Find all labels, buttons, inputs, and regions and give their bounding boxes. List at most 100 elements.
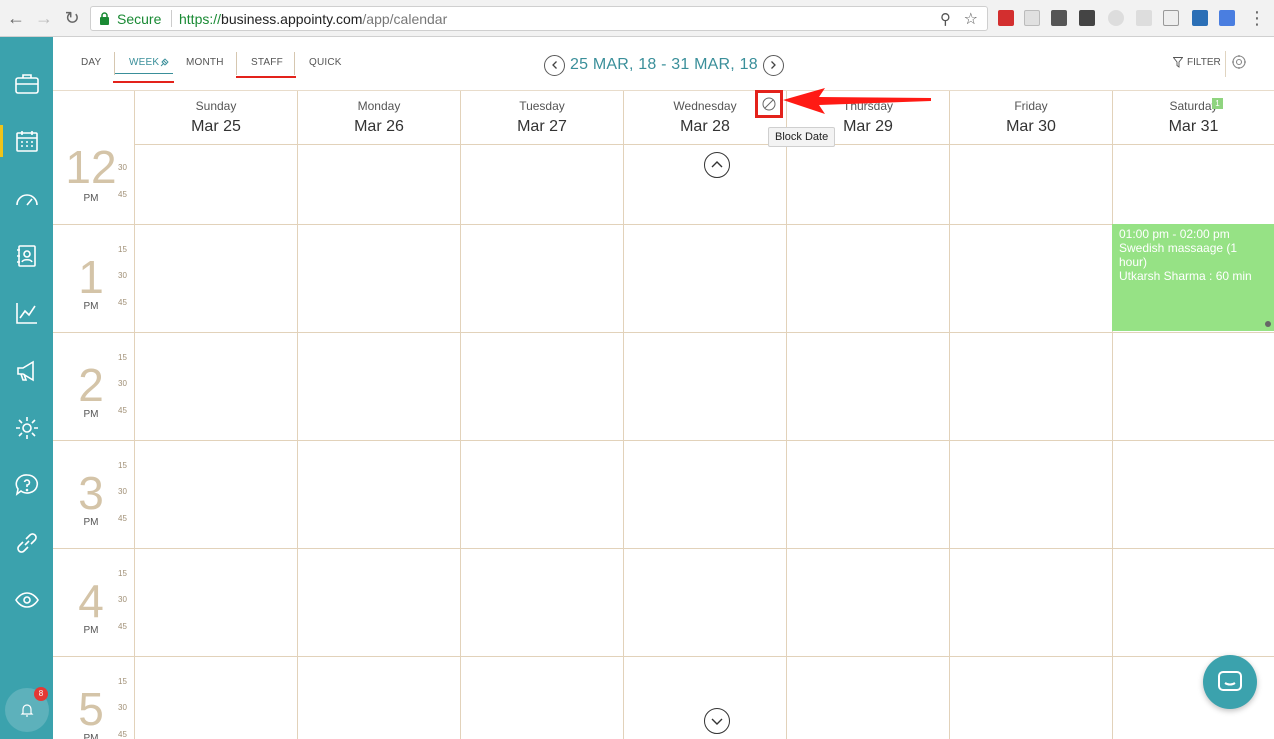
- resize-handle[interactable]: [1265, 321, 1271, 327]
- extension-icon[interactable]: [1192, 10, 1208, 26]
- hour-number: 1: [78, 251, 104, 303]
- briefcase-icon: [14, 74, 39, 94]
- sidebar-item-settings[interactable]: [0, 408, 53, 448]
- sidebar-item-integrations[interactable]: [0, 523, 53, 563]
- block-date-button[interactable]: [755, 90, 783, 118]
- megaphone-icon: [16, 360, 34, 382]
- appointment-time: 01:00 pm - 02:00 pm: [1119, 227, 1230, 241]
- sidebar-item-marketing[interactable]: [0, 351, 53, 391]
- tab-divider: [114, 52, 115, 75]
- chevron-up-icon: [711, 161, 723, 168]
- minute-label: 30: [118, 271, 127, 280]
- minute-label: 45: [118, 622, 127, 631]
- minute-label: 15: [118, 245, 127, 254]
- translate-extension-icon[interactable]: [1219, 10, 1235, 26]
- speedometer-icon: [15, 194, 38, 206]
- url-path: /app/calendar: [362, 11, 448, 27]
- prev-week-button[interactable]: [544, 54, 565, 76]
- toolbar-divider: [1225, 51, 1226, 77]
- hour-suffix: PM: [83, 517, 99, 528]
- extension-icon[interactable]: [1136, 10, 1152, 26]
- contact-book-icon: [16, 245, 36, 267]
- sidebar-item-contacts[interactable]: [0, 236, 53, 276]
- notification-count-badge: 8: [34, 687, 48, 701]
- hour-row-2pm[interactable]: [53, 333, 1274, 441]
- next-week-button[interactable]: [762, 54, 784, 76]
- sidebar-item-reports[interactable]: [0, 293, 53, 333]
- day-date: Mar 26: [354, 118, 404, 135]
- extension-icon[interactable]: [1108, 10, 1124, 26]
- day-header-saturday[interactable]: Saturday Mar 31 1: [1112, 91, 1274, 145]
- app-sidebar: 8: [0, 37, 53, 739]
- url-host: business.appointy.com: [221, 11, 363, 27]
- extension-icon[interactable]: [1051, 10, 1067, 26]
- bookmark-star-icon[interactable]: ☆: [964, 9, 978, 29]
- reload-icon[interactable]: ↻: [62, 8, 82, 28]
- sidebar-item-dashboard[interactable]: [0, 179, 53, 219]
- hour-row-1pm[interactable]: [53, 225, 1274, 333]
- sidebar-item-business[interactable]: [0, 64, 53, 104]
- forward-icon[interactable]: →: [34, 8, 54, 28]
- hour-suffix: PM: [83, 301, 99, 312]
- hour-row-12pm[interactable]: [53, 145, 1274, 225]
- back-icon[interactable]: ←: [6, 8, 26, 28]
- browser-chrome: ← → ↻ Secure https://business.appointy.c…: [0, 0, 1274, 37]
- sidebar-item-calendar[interactable]: [0, 121, 53, 161]
- extension-icon[interactable]: [1024, 10, 1040, 26]
- scroll-down-button[interactable]: [704, 708, 730, 734]
- annotation-arrow: [783, 88, 931, 114]
- tab-staff[interactable]: STAFF: [251, 57, 283, 68]
- chat-launcher-button[interactable]: [1203, 655, 1257, 709]
- minute-label: 30: [118, 379, 127, 388]
- annotation-underline-staff: [236, 76, 296, 78]
- eye-icon: [14, 592, 39, 608]
- minute-label: 30: [118, 595, 127, 604]
- day-date: Mar 27: [517, 118, 567, 135]
- day-header-sunday[interactable]: Sunday Mar 25: [134, 91, 297, 145]
- hour-number: 3: [78, 467, 104, 519]
- tab-week[interactable]: WEEK: [129, 57, 159, 68]
- hour-row-3pm[interactable]: [53, 441, 1274, 549]
- hour-suffix: PM: [83, 409, 99, 420]
- line-chart-icon: [15, 303, 37, 324]
- sidebar-item-help[interactable]: [0, 465, 53, 505]
- angular-extension-icon[interactable]: [998, 10, 1014, 26]
- url-text[interactable]: https://business.appointy.com/app/calend…: [179, 11, 447, 27]
- day-name: Monday: [357, 99, 401, 113]
- tab-day[interactable]: DAY: [81, 57, 101, 68]
- hour-row-5pm[interactable]: [53, 657, 1274, 739]
- bell-icon: [20, 704, 34, 717]
- filter-button[interactable]: FILTER: [1173, 57, 1221, 68]
- minute-label: 30: [118, 703, 127, 712]
- sidebar-item-preview[interactable]: [0, 580, 53, 620]
- day-header-monday[interactable]: Monday Mar 26: [297, 91, 460, 145]
- tab-month[interactable]: MONTH: [186, 57, 224, 68]
- browser-menu-icon[interactable]: ⋮: [1247, 8, 1267, 28]
- minute-label: 30: [118, 487, 127, 496]
- filter-label: FILTER: [1187, 57, 1221, 68]
- minute-label: 45: [118, 514, 127, 523]
- tab-quick[interactable]: QUICK: [309, 57, 342, 68]
- address-bar[interactable]: Secure https://business.appointy.com/app…: [90, 6, 988, 31]
- day-header-friday[interactable]: Friday Mar 30: [949, 91, 1112, 145]
- extension-icon[interactable]: [1079, 10, 1095, 26]
- calendar-settings-gear-icon[interactable]: [1231, 54, 1247, 70]
- day-header-tuesday[interactable]: Tuesday Mar 27: [460, 91, 623, 145]
- hour-row-4pm[interactable]: [53, 549, 1274, 657]
- zoom-icon[interactable]: ⚲: [940, 10, 951, 28]
- url-protocol: https://: [179, 11, 222, 27]
- scroll-up-button[interactable]: [704, 152, 730, 178]
- pin-icon[interactable]: [160, 58, 169, 67]
- link-icon: [16, 533, 37, 553]
- chat-icon: [1218, 671, 1242, 691]
- hour-suffix: PM: [83, 733, 99, 739]
- extension-icon[interactable]: [1163, 10, 1179, 26]
- appointment-card[interactable]: 01:00 pm - 02:00 pm Swedish massaage (1 …: [1112, 224, 1274, 331]
- minute-label: 15: [118, 569, 127, 578]
- minute-label: 45: [118, 406, 127, 415]
- annotation-underline-week: [113, 81, 174, 83]
- hour-number: 5: [78, 683, 104, 735]
- minute-label: 45: [118, 730, 127, 739]
- block-date-tooltip: Block Date: [768, 127, 836, 147]
- hour-number: 12: [65, 141, 117, 193]
